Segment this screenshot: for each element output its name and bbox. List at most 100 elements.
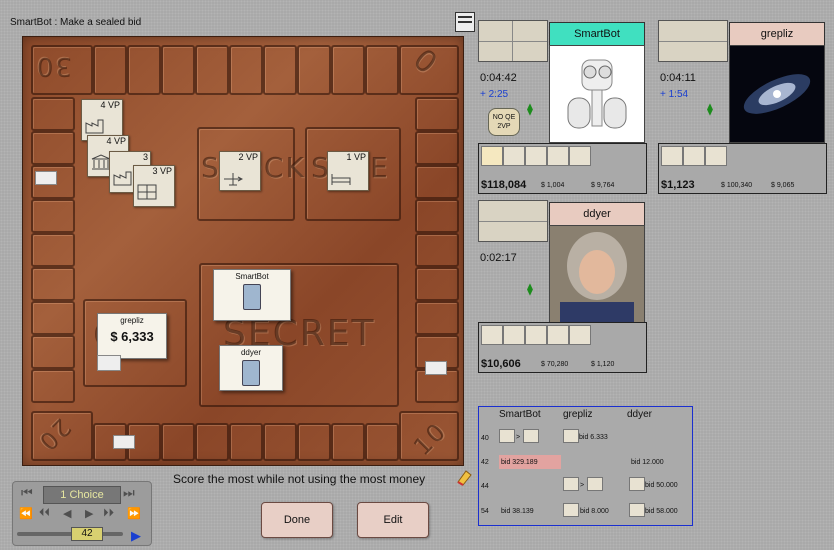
last-move-icon[interactable]: ⏭ — [123, 485, 135, 501]
player-small-value: $ 70,280 — [541, 361, 569, 368]
holding-tile — [481, 325, 503, 345]
track-cell — [415, 165, 459, 199]
fast-forward-icon[interactable]: ⏩ — [127, 507, 141, 520]
bid-card-name: ddyer — [240, 348, 261, 357]
airplane-icon — [224, 173, 243, 186]
player-small-value: $ 100,340 — [721, 182, 753, 189]
bid-log-header-grepliz: grepliz — [563, 409, 593, 420]
fast-back-icon[interactable]: ⏪ — [19, 507, 33, 520]
bid-log-entry: bid 38.139 — [501, 508, 534, 515]
view-toggle-icon[interactable] — [455, 12, 475, 32]
done-button[interactable]: Done — [261, 502, 333, 538]
auction-tile[interactable]: 3 VP — [133, 165, 175, 207]
tile-vp: 3 — [142, 152, 148, 162]
player-small-value: $ 9,065 — [771, 182, 795, 189]
replay-slider-track[interactable] — [17, 532, 123, 536]
grid-icon — [137, 184, 157, 200]
track-cell — [31, 97, 75, 131]
player-bonus-time: + 1:54 — [660, 89, 689, 100]
holding-tile — [481, 146, 503, 166]
bid-card-name: grepliz — [120, 316, 144, 325]
track-cell — [263, 423, 297, 461]
holding-tile — [661, 146, 683, 166]
bid-log-entry: bid 6.333 — [579, 434, 608, 441]
choice-indicator[interactable]: 1 Choice — [43, 486, 121, 504]
player-tile-tray — [478, 200, 548, 242]
portrait-avatar — [550, 226, 644, 322]
bid-log-tile — [629, 503, 645, 517]
track-cell — [31, 233, 75, 267]
track-cell — [31, 131, 75, 165]
step-back-icon[interactable]: ⏴⏴ — [39, 507, 50, 520]
factory-icon — [113, 171, 132, 186]
turn-indicator-icon: ⧫ — [707, 102, 713, 116]
bid-log-tile — [563, 477, 579, 491]
bid-log-tile — [499, 429, 515, 443]
tile-vp: 2 VP — [238, 152, 258, 162]
forward-icon[interactable]: ▶ — [85, 507, 93, 520]
track-cell — [195, 423, 229, 461]
bid-card-grepliz[interactable]: grepliz $ 6,333 — [97, 313, 167, 359]
bid-card-tab — [97, 355, 121, 371]
bid-log-tile — [563, 503, 579, 517]
no-qe-line1: NO QE — [492, 114, 516, 121]
factory-icon — [85, 119, 104, 134]
track-cell — [31, 335, 75, 369]
bid-card-smartbot[interactable]: SmartBot — [213, 269, 291, 321]
track-marker — [113, 435, 135, 449]
track-cell — [415, 233, 459, 267]
track-cell — [229, 45, 263, 95]
player-small-value: $ 9,764 — [591, 182, 615, 189]
player-name-smartbot: SmartBot — [549, 22, 645, 46]
back-icon[interactable]: ◀ — [63, 507, 71, 520]
player-clock: 0:04:11 — [660, 72, 696, 84]
player-name-ddyer: ddyer — [549, 202, 645, 226]
player-money: $10,606 — [481, 358, 521, 370]
step-forward-icon[interactable]: ⏵⏵ — [103, 507, 114, 520]
bid-log-header-ddyer: ddyer — [627, 409, 653, 420]
calculator-icon — [243, 284, 261, 310]
bid-log-entry: bid 329.189 — [501, 459, 538, 466]
holding-tile — [503, 146, 525, 166]
first-move-icon[interactable]: ⏮ — [21, 485, 33, 501]
player-money: $118,084 — [481, 179, 527, 191]
turn-indicator-icon: ⧫ — [527, 102, 533, 116]
track-cell — [365, 423, 399, 461]
holding-tile — [547, 325, 569, 345]
edit-button[interactable]: Edit — [357, 502, 429, 538]
status-message: SmartBot : Make a sealed bid — [10, 17, 142, 28]
holding-tile — [525, 325, 547, 345]
track-cell — [297, 45, 331, 95]
bid-log-round: 40 — [481, 435, 489, 442]
corner-label-30: 30 — [35, 51, 73, 81]
track-cell — [331, 45, 365, 95]
track-cell — [415, 301, 459, 335]
calculator-icon — [242, 360, 260, 386]
track-marker — [35, 171, 57, 185]
replay-controls: ⏮ 1 Choice ⏭ ⏪ ⏴⏴ ◀ ▶ ⏵⏵ ⏩ 42 ▶ — [12, 481, 152, 546]
track-cell — [161, 423, 195, 461]
move-number[interactable]: 42 — [71, 527, 103, 541]
stock-tile[interactable]: 2 VP — [219, 151, 261, 191]
play-icon[interactable]: ▶ — [131, 528, 141, 544]
player-tile-tray — [658, 20, 728, 62]
track-marker — [425, 361, 447, 375]
bid-log-round: 44 — [481, 483, 489, 490]
game-board[interactable]: 30 0 20 10 STOCK SALE SECR — [22, 36, 464, 466]
track-cell — [415, 199, 459, 233]
eraser-icon[interactable] — [455, 468, 473, 486]
bid-log-entry: bid 50.000 — [645, 482, 678, 489]
sale-tile[interactable]: 1 VP — [327, 151, 369, 191]
track-cell — [365, 45, 399, 95]
track-cell — [93, 45, 127, 95]
bid-card-ddyer[interactable]: ddyer — [219, 345, 283, 391]
player-clock: 0:04:42 — [480, 72, 517, 84]
holding-tile — [547, 146, 569, 166]
track-cell — [31, 199, 75, 233]
bid-log-entry: > — [580, 482, 585, 489]
bid-log-tile — [523, 429, 539, 443]
bid-card-amount: $ 6,333 — [110, 329, 154, 344]
track-cell — [161, 45, 195, 95]
player-holdings-ddyer: $10,606 $ 70,280 $ 1,120 — [478, 322, 647, 373]
holding-tile — [569, 146, 591, 166]
